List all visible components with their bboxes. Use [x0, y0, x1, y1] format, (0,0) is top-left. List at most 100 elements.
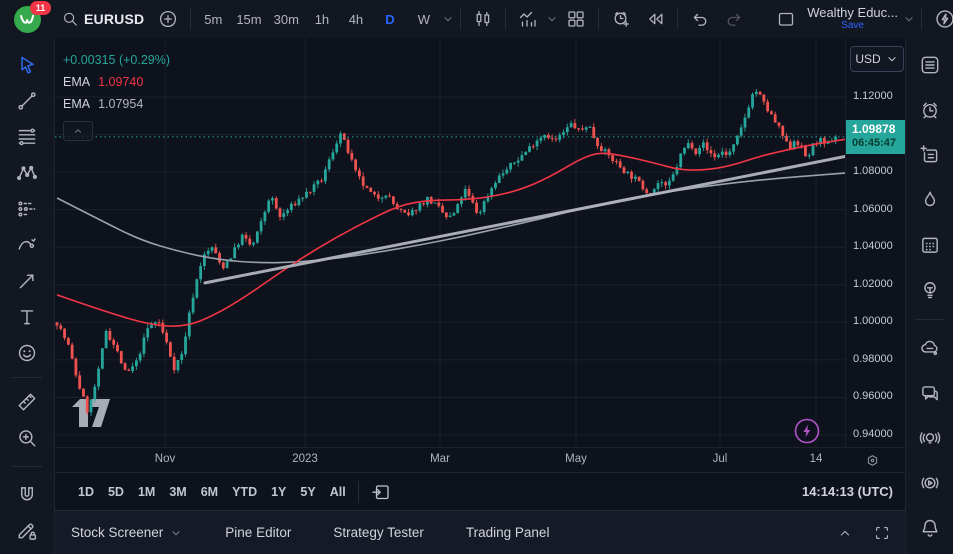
hotlists-icon[interactable]	[912, 182, 948, 218]
date-range-bar: 1D5D1M3M6MYTD1Y5YAll 14:14:13 (UTC)	[55, 472, 905, 510]
layout-rect-icon	[776, 9, 796, 29]
timeframe-d[interactable]: D	[373, 5, 407, 33]
arrow-tool-icon[interactable]	[8, 263, 46, 299]
time-axis[interactable]: Nov2023MarMayJul14	[55, 447, 905, 473]
tab-label: Trading Panel	[466, 525, 550, 540]
currency-toggle-button[interactable]: USD	[850, 46, 904, 72]
utc-clock[interactable]: 14:14:13 (UTC)	[802, 484, 893, 499]
drawing-lock-tool-icon[interactable]	[8, 513, 46, 549]
price-scale[interactable]: USD 1.09878 06:45:47 1.120001.080001.060…	[845, 38, 906, 447]
axis-settings-gear-icon[interactable]	[865, 453, 880, 468]
indicators-button[interactable]	[511, 4, 545, 34]
tab-strategy-tester[interactable]: Strategy Tester	[333, 525, 424, 540]
timeframe-5m[interactable]: 5m	[196, 5, 230, 33]
range-1d[interactable]: 1D	[71, 481, 101, 503]
panel-collapse-chevron-up-icon[interactable]	[837, 525, 853, 541]
emoji-tool-icon[interactable]	[8, 335, 46, 371]
indicators-icon	[518, 9, 538, 29]
timeframe-30m[interactable]: 30m	[268, 5, 305, 33]
tab-label: Strategy Tester	[333, 525, 424, 540]
alerts-icon[interactable]	[912, 92, 948, 128]
calendar-icon[interactable]	[912, 227, 948, 263]
bottom-panel-tabs: Stock Screener Pine Editor Strategy Tester…	[55, 510, 905, 554]
symbol-name: EURUSD	[84, 11, 144, 27]
save-link[interactable]: Save	[841, 21, 864, 32]
layout-chevron-down-icon[interactable]	[902, 12, 916, 26]
price-change-label: +0.00315 (+0.29%)	[63, 49, 170, 71]
grid-layout-button[interactable]	[559, 4, 593, 34]
range-all[interactable]: All	[323, 481, 353, 503]
measure-tool-icon[interactable]	[8, 384, 46, 420]
legend-collapse-button[interactable]	[63, 121, 93, 141]
ideas-icon[interactable]	[912, 272, 948, 308]
notes-icon[interactable]	[912, 137, 948, 173]
chat-icon[interactable]	[912, 375, 948, 411]
right-toolbar	[905, 38, 953, 554]
watchlist-icon[interactable]	[912, 47, 948, 83]
chart-region: +0.00315 (+0.29%) EMA 1.09740 EMA 1.0795…	[55, 38, 905, 472]
divider	[12, 466, 42, 467]
range-5y[interactable]: 5Y	[293, 481, 322, 503]
layout-name-button[interactable]: Wealthy Educ... Save	[803, 6, 902, 31]
chart-style-button[interactable]	[466, 4, 500, 34]
search-icon	[61, 10, 79, 28]
chevron-down-icon	[169, 526, 183, 540]
panel-maximize-icon[interactable]	[873, 524, 891, 542]
text-tool-icon[interactable]	[8, 299, 46, 335]
timeframe-4h[interactable]: 4h	[339, 5, 373, 33]
divider	[505, 8, 506, 30]
candlestick-icon	[473, 9, 493, 29]
undo-button[interactable]	[683, 4, 717, 34]
range-6m[interactable]: 6M	[194, 481, 225, 503]
trend-line-tool-icon[interactable]	[8, 83, 46, 119]
divider	[190, 8, 191, 30]
forecast-tool-icon[interactable]	[8, 191, 46, 227]
compare-add-symbol-button[interactable]	[151, 4, 185, 34]
xabcd-pattern-tool-icon[interactable]	[8, 155, 46, 191]
divider	[598, 8, 599, 30]
range-5d[interactable]: 5D	[101, 481, 131, 503]
trading-platform-window: 11 EURUSD 5m15m30m1h4hDW Wealthy Educ...…	[0, 0, 953, 554]
price-axis-label: 0.94000	[853, 428, 893, 440]
indicator-label[interactable]: EMA	[63, 93, 90, 115]
go-to-date-icon[interactable]	[364, 478, 398, 506]
live-streams-icon[interactable]	[912, 420, 948, 456]
price-axis-label: 1.08000	[853, 165, 893, 177]
rewind-icon	[645, 9, 665, 29]
zoom-in-tool-icon[interactable]	[8, 420, 46, 456]
timeframe-15m[interactable]: 15m	[230, 5, 267, 33]
minds-icon[interactable]	[912, 330, 948, 366]
notifications-bell-icon[interactable]	[912, 510, 948, 546]
symbol-search-button[interactable]: EURUSD	[54, 4, 151, 34]
range-1y[interactable]: 1Y	[264, 481, 293, 503]
curve-tool-icon[interactable]	[8, 227, 46, 263]
indicator-value: 1.07954	[98, 93, 143, 115]
create-alert-button[interactable]	[604, 4, 638, 34]
account-menu-button[interactable]: 11	[0, 0, 54, 38]
layout-select-button[interactable]	[769, 4, 803, 34]
range-1m[interactable]: 1M	[131, 481, 162, 503]
price-axis-label: 0.96000	[853, 390, 893, 402]
indicator-label[interactable]: EMA	[63, 71, 90, 93]
redo-button[interactable]	[717, 4, 751, 34]
tab-trading-panel[interactable]: Trading Panel	[466, 525, 550, 540]
bar-replay-button[interactable]	[638, 4, 672, 34]
tab-pine-editor[interactable]: Pine Editor	[225, 525, 291, 540]
magnet-tool-icon[interactable]	[8, 477, 46, 513]
quick-alert-button[interactable]	[927, 4, 953, 34]
timeframe-w[interactable]: W	[407, 5, 441, 33]
indicators-chevron-down-icon[interactable]	[545, 12, 559, 26]
range-ytd[interactable]: YTD	[225, 481, 264, 503]
price-axis-label: 1.02000	[853, 278, 893, 290]
video-streams-icon[interactable]	[912, 465, 948, 501]
timeframe-chevron-down-icon[interactable]	[441, 12, 455, 26]
range-3m[interactable]: 3M	[162, 481, 193, 503]
fib-retracement-tool-icon[interactable]	[8, 119, 46, 155]
undo-icon	[690, 9, 710, 29]
layout-name-label: Wealthy Educ...	[807, 6, 898, 20]
price-chart[interactable]	[55, 38, 845, 447]
timeframe-1h[interactable]: 1h	[305, 5, 339, 33]
cursor-tool-icon[interactable]	[8, 47, 46, 83]
tab-stock-screener[interactable]: Stock Screener	[71, 525, 183, 540]
quick-trade-bolt-icon[interactable]	[796, 420, 819, 443]
